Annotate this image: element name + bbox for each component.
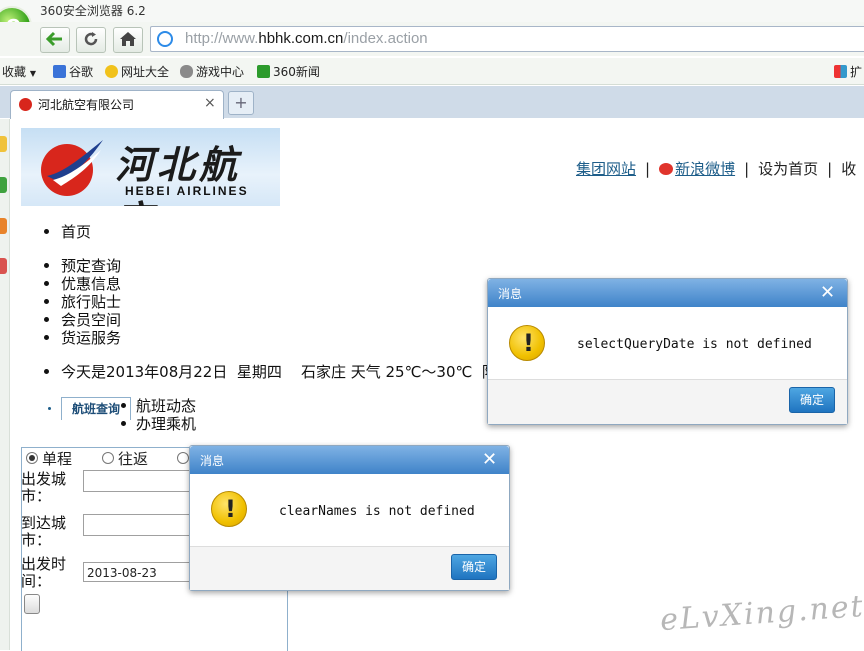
sidebar-weibo-icon[interactable] bbox=[0, 218, 7, 234]
bookmark-games[interactable]: 游戏中心 bbox=[180, 63, 244, 80]
sidebar-mail-icon[interactable] bbox=[0, 258, 7, 274]
list-bullet bbox=[44, 263, 49, 268]
third-trip-radio[interactable] bbox=[177, 452, 189, 464]
list-bullet bbox=[44, 281, 49, 286]
from-city-label: 出发城市： bbox=[21, 470, 67, 505]
dialog-ok-button[interactable]: 确定 bbox=[789, 387, 835, 413]
news-icon bbox=[257, 65, 270, 78]
hebei-airlines-logo[interactable]: 河北航空 HEBEI AIRLINES bbox=[21, 128, 280, 206]
hebei-airlines-favicon bbox=[19, 98, 32, 111]
dialog-title: 消息 bbox=[498, 287, 523, 301]
tab-flight-query[interactable]: 航班查询 bbox=[61, 397, 131, 420]
warning-icon: ! bbox=[211, 491, 247, 527]
nav-cargo[interactable]: 货运服务 bbox=[61, 329, 121, 347]
search-button[interactable] bbox=[24, 594, 40, 614]
dialog-message: selectQueryDate is not defined bbox=[577, 337, 812, 352]
browser-tab[interactable]: 河北航空有限公司 × bbox=[10, 90, 224, 119]
dialog-ok-button[interactable]: 确定 bbox=[451, 554, 497, 580]
nav-member[interactable]: 会员空间 bbox=[61, 311, 121, 329]
one-way-radio[interactable] bbox=[26, 452, 38, 464]
site-security-icon bbox=[157, 31, 173, 47]
home-icon bbox=[120, 32, 136, 46]
list-bullet bbox=[44, 335, 49, 340]
weibo-link[interactable]: 新浪微博 bbox=[675, 160, 735, 178]
sites-icon bbox=[105, 65, 118, 78]
dialog-close-icon[interactable]: ✕ bbox=[820, 282, 835, 303]
round-trip-radio[interactable] bbox=[102, 452, 114, 464]
list-bullet bbox=[121, 403, 126, 408]
list-bullet bbox=[44, 369, 49, 374]
sidebar-favorites-icon[interactable] bbox=[0, 136, 7, 152]
list-bullet bbox=[121, 421, 126, 426]
weibo-icon bbox=[659, 163, 674, 175]
nav-home[interactable]: 首页 bbox=[61, 223, 91, 241]
list-bullet bbox=[44, 299, 49, 304]
tab-checkin[interactable]: 办理乘机 bbox=[136, 415, 196, 433]
address-bar[interactable]: http://www.hbhk.com.cn/index.action bbox=[150, 26, 864, 52]
bookmark-extensions[interactable]: 扩 bbox=[834, 63, 862, 80]
list-bullet bbox=[44, 229, 49, 234]
browser-sidebar bbox=[0, 119, 10, 650]
dialog-message: clearNames is not defined bbox=[279, 504, 475, 519]
warning-icon: ! bbox=[509, 325, 545, 361]
dialog-footer: 确定 bbox=[488, 379, 847, 424]
window-title: 360安全浏览器 6.2 bbox=[40, 4, 146, 18]
round-trip-label: 往返 bbox=[118, 450, 149, 468]
bookmark-google[interactable]: 谷歌 bbox=[53, 63, 93, 80]
group-site-link[interactable]: 集团网站 bbox=[576, 160, 636, 178]
refresh-button[interactable] bbox=[76, 27, 106, 53]
set-homepage-link[interactable]: 设为首页 bbox=[758, 160, 818, 178]
bookmark-news[interactable]: 360新闻 bbox=[257, 63, 320, 80]
to-city-label: 到达城市： bbox=[21, 514, 67, 549]
caret-down-icon: ▼ bbox=[29, 69, 36, 78]
back-arrow-icon bbox=[46, 31, 62, 47]
sidebar-app-icon[interactable] bbox=[0, 177, 7, 193]
dialog-footer: 确定 bbox=[190, 546, 509, 590]
more-link[interactable]: 收 bbox=[841, 160, 856, 178]
dialog-close-icon[interactable]: ✕ bbox=[482, 449, 497, 470]
gamepad-icon bbox=[180, 65, 193, 78]
error-dialog-clear-names: 消息 ✕ ! clearNames is not defined 确定 bbox=[189, 445, 510, 591]
nav-booking[interactable]: 预定查询 bbox=[61, 257, 121, 275]
departure-date-input[interactable]: 2013-08-23 bbox=[83, 562, 191, 582]
watermark: eLvXing.net bbox=[659, 588, 864, 639]
bookmark-sites[interactable]: 网址大全 bbox=[105, 63, 169, 80]
nav-travel-tips[interactable]: 旅行贴士 bbox=[61, 293, 121, 311]
nav-promotions[interactable]: 优惠信息 bbox=[61, 275, 121, 293]
refresh-icon bbox=[84, 32, 98, 46]
home-button[interactable] bbox=[113, 27, 143, 53]
extensions-icon bbox=[834, 65, 847, 78]
tab-flight-status[interactable]: 航班动态 bbox=[136, 397, 196, 415]
dialog-header: 消息 ✕ bbox=[488, 279, 847, 307]
back-button[interactable] bbox=[40, 27, 70, 53]
tabs-bullet bbox=[48, 407, 51, 410]
dialog-header: 消息 ✕ bbox=[190, 446, 509, 474]
one-way-label: 单程 bbox=[42, 450, 73, 468]
logo-english-name: HEBEI AIRLINES bbox=[125, 184, 249, 198]
error-dialog-select-query-date: 消息 ✕ ! selectQueryDate is not defined 确定 bbox=[487, 278, 848, 425]
today-weather: 今天是2013年08月22日 星期四 石家庄 天气 25℃～30℃ 阴 bbox=[61, 363, 491, 381]
top-links: 集团网站 | 新浪微博 | 设为首页 | 收 bbox=[576, 160, 857, 178]
google-icon bbox=[53, 65, 66, 78]
airline-emblem-icon bbox=[41, 140, 103, 196]
date-label: 出发时间： bbox=[21, 555, 67, 590]
to-city-input[interactable] bbox=[83, 514, 193, 536]
from-city-input[interactable] bbox=[83, 470, 193, 492]
tab-close-icon[interactable]: × bbox=[204, 95, 216, 111]
tab-title: 河北航空有限公司 bbox=[38, 98, 135, 112]
list-bullet bbox=[44, 317, 49, 322]
bookmark-favorites[interactable]: 收藏 ▼ bbox=[2, 63, 36, 80]
dialog-title: 消息 bbox=[200, 454, 225, 468]
url-text[interactable]: http://www.hbhk.com.cn/index.action bbox=[185, 30, 428, 47]
new-tab-button[interactable]: + bbox=[228, 91, 254, 115]
